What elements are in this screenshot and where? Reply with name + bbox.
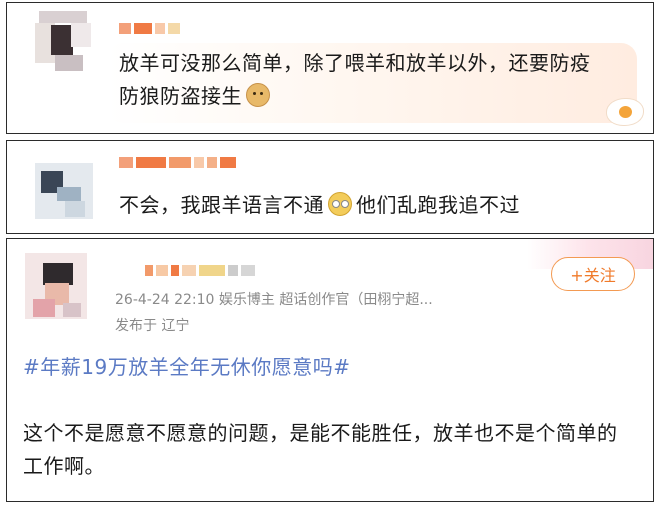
comment-text: 不会，我跟羊语言不通 他们乱跑我追不过 [119,189,520,222]
comment-line-2-text: 防狼防盗接生 [119,84,242,108]
comment-line-1: 放羊可没那么简单，除了喂羊和放羊以外，还要防疫 [119,51,591,75]
avatar[interactable] [35,163,93,219]
post-card: 26-4-24 22:10 娱乐博主 超话创作官（田栩宁超... 发布于 辽宁 … [6,238,654,502]
comment-text-before: 不会，我跟羊语言不通 [119,193,324,217]
username-censored[interactable] [119,23,180,34]
follow-label: +关注 [570,266,616,285]
avatar[interactable] [25,253,87,319]
post-location: 发布于 辽宁 [115,318,190,334]
username-censored[interactable] [145,265,255,276]
comment-text: 放羊可没那么简单，除了喂羊和放羊以外，还要防疫 防狼防盗接生 [119,47,639,113]
comment-card-1: 放羊可没那么简单，除了喂羊和放羊以外，还要防疫 防狼防盗接生 [6,2,654,134]
fried-egg-icon [607,99,643,125]
comment-line-2: 防狼防盗接生 [119,80,639,113]
topic-hashtag-link[interactable]: #年薪19万放羊全年无休你愿意吗# [23,351,350,380]
doge-emoji-icon [246,83,270,107]
username-censored[interactable] [119,157,236,168]
comment-card-2: 不会，我跟羊语言不通 他们乱跑我追不过 [6,140,654,234]
post-body: 这个不是愿意不愿意的问题，是能不能胜任，放羊也不是个简单的工作啊。 [23,421,618,478]
post-meta: 26-4-24 22:10 娱乐博主 超话创作官（田栩宁超... [115,292,433,308]
follow-button[interactable]: +关注 [551,257,635,291]
crying-emoji-icon [328,192,352,216]
comment-text-after: 他们乱跑我追不过 [356,193,520,217]
avatar[interactable] [35,11,91,71]
